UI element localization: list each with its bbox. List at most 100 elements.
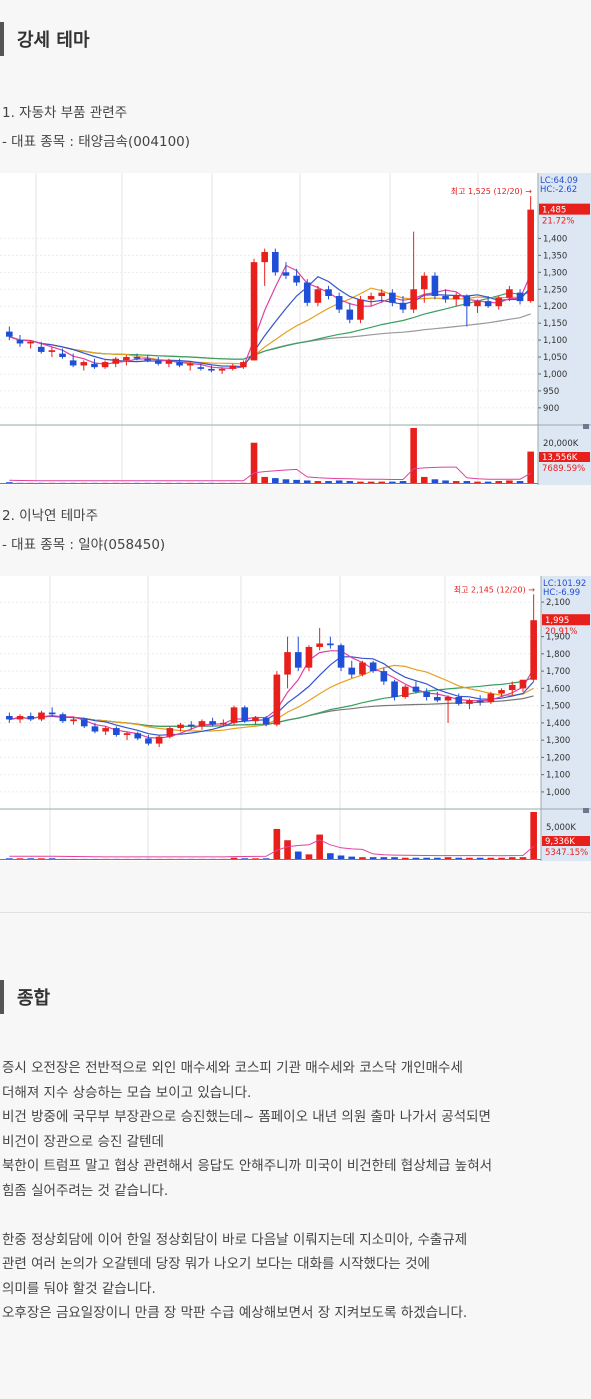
candle-body <box>176 362 183 366</box>
candle-body <box>399 302 407 310</box>
stock-chart-1: 1,400 1,350 1,300 1,250 1,200 1,150 1,100 1,050… <box>0 173 591 485</box>
summary-line: 한중 정상회담에 이어 한일 정상회담이 바로 다음날 이뤄지는데 지소미아, … <box>2 1231 468 1248</box>
candle-body <box>476 700 484 703</box>
summary-line: 비건 방중에 국무부 부장관으로 승진했는데~ 폼페이오 내년 의원 출마 나가… <box>2 1109 491 1125</box>
pane-handle <box>583 808 589 813</box>
volume-ratio-label: 5347.15% <box>545 848 588 858</box>
price-tick-label: 1,000 <box>546 788 570 798</box>
candle-body <box>6 715 13 720</box>
candle-body <box>455 697 463 704</box>
candle-body <box>272 251 279 273</box>
high-price-annotation: 최고 2,145 (12/20) → <box>454 584 536 594</box>
summary-text: 증시 오전장은 전반적으로 외인 매수세와 코스피 기관 매수세와 코스닥 개인… <box>2 1056 492 1326</box>
last-price-label: 1,485 <box>542 206 566 216</box>
moving-average-line-ma10 <box>9 275 532 368</box>
title-accent-bar <box>0 22 4 56</box>
candle-body <box>369 662 377 672</box>
candle-body <box>346 309 354 320</box>
price-tick-label: 2,100 <box>546 598 570 608</box>
candle-body <box>474 301 481 307</box>
price-tick-label: 950 <box>543 387 559 397</box>
theme-1-stock: - 대표 종목 : 태양금속(004100) <box>2 134 191 150</box>
candle-body <box>391 681 398 697</box>
candle-body <box>80 719 88 727</box>
change-percent-label: 20.91% <box>545 627 577 637</box>
candle-body <box>463 296 471 307</box>
hc-label: HC:-6.99 <box>543 588 580 598</box>
candle-body <box>250 262 258 361</box>
candle-body <box>209 721 216 725</box>
summary-line: 힘좀 실어주려는 것 같습니다. <box>2 1182 169 1199</box>
candle-body <box>348 667 356 675</box>
candle-body <box>527 209 534 302</box>
volume-bar <box>410 428 417 484</box>
moving-average-line-ma5 <box>9 264 532 370</box>
price-tick-label: 1,100 <box>543 336 567 346</box>
price-tick-label: 1,600 <box>546 684 570 694</box>
candle-body <box>273 674 281 725</box>
candle-body <box>91 726 99 732</box>
volume-bar <box>261 476 268 484</box>
stock-chart-1-svg: 1,400 1,350 1,300 1,250 1,200 1,150 1,100 1,050… <box>0 173 591 485</box>
candle-body <box>495 297 503 307</box>
section-title-text: 종합 <box>17 988 51 1009</box>
moving-average-line-ma120 <box>9 313 531 360</box>
candle-body <box>218 368 226 371</box>
candle-body <box>144 358 151 361</box>
price-tick-label: 1,700 <box>546 667 570 677</box>
candle-body <box>48 350 56 352</box>
summary-line: 관련 여러 논의가 오갈텐데 당장 뭐가 나오기 보다는 대화를 시작했다는 것… <box>2 1256 430 1272</box>
volume-bar <box>250 442 258 484</box>
candle-body <box>155 736 163 744</box>
price-tick-label: 1,150 <box>543 319 567 329</box>
candle-body <box>484 301 492 307</box>
candle-body <box>27 341 34 344</box>
summary-line <box>2 1203 492 1228</box>
candle-body <box>177 724 184 729</box>
summary-line: 오후장은 금요일장이니 만큼 장 막판 수급 예상해보면서 장 지켜보도록 하겠… <box>2 1305 468 1321</box>
section-divider <box>0 912 591 913</box>
volume-tick-label: 5,000K <box>546 823 576 833</box>
price-tick-label: 1,350 <box>543 251 567 261</box>
last-price-label: 1,995 <box>545 616 569 626</box>
candle-body <box>389 292 396 303</box>
candle-body <box>378 292 386 297</box>
title-accent-bar <box>0 980 4 1014</box>
candle-body <box>442 296 449 300</box>
candle-body <box>423 691 430 697</box>
section-title-text: 강세 테마 <box>17 30 90 51</box>
price-tick-label: 900 <box>543 404 559 414</box>
candle-body <box>367 296 375 300</box>
candle-body <box>431 275 439 297</box>
candle-body <box>38 712 45 720</box>
volume-bar <box>420 476 428 484</box>
candle-body <box>59 353 66 358</box>
candle-body <box>410 289 417 310</box>
candle-body <box>241 707 249 722</box>
candle-body <box>293 275 300 283</box>
volume-bar <box>316 834 323 860</box>
candle-body <box>133 357 141 359</box>
summary-line: 북한이 트럼프 말고 협상 관련해서 응답도 안해주니까 미국이 비건한테 협상… <box>2 1158 493 1174</box>
candle-body <box>316 643 323 647</box>
moving-average-line-ma60 <box>9 292 531 360</box>
candle-body <box>284 652 291 675</box>
candle-body <box>134 733 142 739</box>
candle-body <box>325 289 332 297</box>
volume-bar <box>527 451 534 484</box>
candle-body <box>197 367 205 369</box>
candle-body <box>337 645 345 668</box>
candle-body <box>123 733 131 735</box>
volume-bar <box>327 853 334 860</box>
price-tick-label: 1,800 <box>546 650 570 660</box>
candle-body <box>145 738 152 744</box>
candle-body <box>101 362 109 368</box>
price-tick-label: 1,250 <box>543 285 567 295</box>
candle-body <box>186 363 194 366</box>
candle-body <box>208 368 215 371</box>
candle-body <box>294 652 302 668</box>
summary-line: 더해져 지수 상승하는 모습 보이고 있습니다. <box>2 1084 252 1101</box>
candle-body <box>412 686 420 692</box>
candle-body <box>506 289 513 298</box>
volume-ma-line <box>9 466 531 482</box>
